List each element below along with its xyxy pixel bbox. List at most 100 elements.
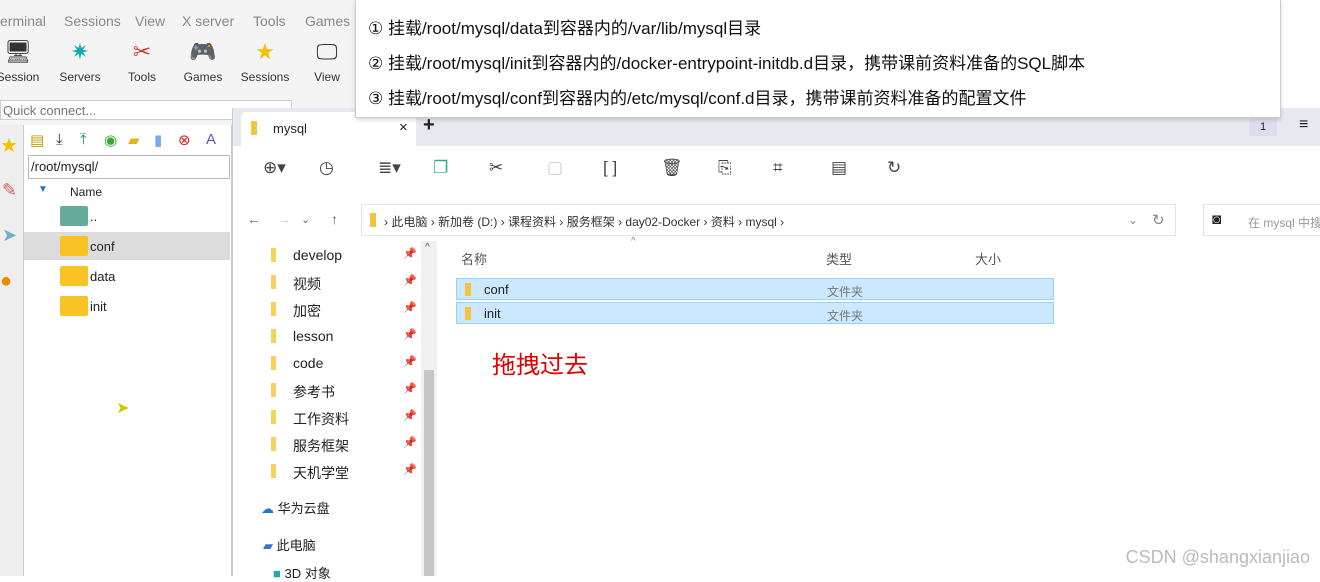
- globe-icon[interactable]: ●: [0, 270, 12, 293]
- tools-button[interactable]: ✂ Tools: [112, 38, 172, 84]
- recent-dropdown[interactable]: ⌄: [301, 213, 310, 226]
- folder-icon: [251, 121, 257, 135]
- view-menu-icon[interactable]: ≣▾: [378, 158, 401, 178]
- breadcrumb-item[interactable]: 此电脑: [391, 215, 427, 229]
- session-button[interactable]: 🖥 Session: [0, 38, 48, 84]
- pin-icon[interactable]: 📌: [403, 301, 417, 314]
- breadcrumb-item[interactable]: mysql: [745, 215, 776, 229]
- pin-icon[interactable]: 📌: [403, 382, 417, 395]
- send-icon[interactable]: ➤: [2, 225, 17, 246]
- scroll-up-icon[interactable]: ^: [425, 242, 430, 253]
- computer-icon: ▰: [263, 538, 273, 553]
- nav-item[interactable]: lesson 📌: [263, 324, 423, 350]
- nav-item[interactable]: 参考书 📌: [263, 378, 423, 404]
- pin-icon[interactable]: 📌: [403, 409, 417, 422]
- search-box[interactable]: ◙ 在 mysql 中搜: [1203, 204, 1320, 236]
- folder-icon: [271, 329, 276, 343]
- nav-item[interactable]: develop 📌: [263, 243, 423, 269]
- nav-item[interactable]: 加密 📌: [263, 297, 423, 323]
- pin-icon[interactable]: 📌: [403, 247, 417, 260]
- close-tab-button[interactable]: ×: [399, 119, 408, 136]
- nav-scrollbar-thumb[interactable]: [424, 370, 434, 576]
- refresh-icon[interactable]: ◉: [104, 131, 117, 149]
- games-button[interactable]: 🎮 Games: [173, 38, 233, 84]
- pin-icon[interactable]: 📌: [403, 463, 417, 476]
- drag-annotation: 拖拽过去: [492, 352, 588, 379]
- menu-icon[interactable]: ≡: [1299, 116, 1308, 134]
- breadcrumb-item[interactable]: 服务框架: [567, 215, 615, 229]
- nav-item[interactable]: 服务框架 📌: [263, 432, 423, 458]
- delete-icon[interactable]: 🗑: [661, 158, 683, 178]
- pin-icon[interactable]: 📌: [403, 274, 417, 287]
- breadcrumb-item[interactable]: 课程资料: [508, 215, 556, 229]
- paste-icon[interactable]: ▢: [547, 158, 563, 178]
- file-row[interactable]: conf: [24, 232, 230, 260]
- menu-terminal[interactable]: erminal: [0, 13, 46, 29]
- up-button[interactable]: ↑: [331, 211, 338, 227]
- cut-icon[interactable]: ✂: [489, 158, 503, 178]
- file-row[interactable]: data: [24, 262, 230, 290]
- menu-games[interactable]: Games: [305, 13, 350, 29]
- refresh-icon[interactable]: ↻: [1152, 211, 1165, 229]
- file-row[interactable]: ..: [24, 202, 230, 230]
- nav-item[interactable]: 视频 📌: [263, 270, 423, 296]
- nav-item[interactable]: 天机学堂 📌: [263, 459, 423, 485]
- sync-icon[interactable]: ↻: [887, 158, 901, 178]
- watermark: CSDN @shangxianjiao: [1125, 547, 1310, 567]
- menu-xserver[interactable]: X server: [182, 13, 234, 29]
- pin-icon[interactable]: 📌: [403, 355, 417, 368]
- delete-icon[interactable]: ⊗: [178, 131, 191, 149]
- download-icon[interactable]: ⤓: [56, 131, 63, 148]
- rename-icon[interactable]: A: [206, 131, 216, 148]
- file-row[interactable]: init: [24, 292, 230, 320]
- file-row[interactable]: init 文件夹: [456, 302, 1054, 324]
- breadcrumb-item[interactable]: day02-Docker: [625, 215, 700, 229]
- new-icon[interactable]: ⊕▾: [263, 158, 286, 178]
- view-button[interactable]: 🖵 View: [297, 38, 357, 84]
- new-file-icon[interactable]: ▮: [154, 131, 162, 149]
- upload-icon[interactable]: ⤒: [80, 131, 87, 148]
- tools-icon[interactable]: ✎: [2, 180, 17, 201]
- breadcrumb-item[interactable]: 资料: [711, 215, 735, 229]
- folder-icon: [271, 410, 276, 424]
- pin-icon[interactable]: 📌: [403, 328, 417, 341]
- properties-icon[interactable]: ▤: [831, 158, 847, 178]
- new-folder-icon[interactable]: ▰: [128, 131, 140, 149]
- column-header-size[interactable]: 大小: [975, 249, 1001, 268]
- servers-button[interactable]: ✷ Servers: [50, 38, 110, 84]
- pin-icon[interactable]: 📌: [403, 436, 417, 449]
- column-header-name[interactable]: 名称: [461, 249, 487, 268]
- star-icon[interactable]: ★: [0, 133, 18, 158]
- forward-button[interactable]: →: [277, 211, 291, 227]
- crop-icon[interactable]: ⌗: [773, 158, 783, 178]
- sftp-path-input[interactable]: /root/mysql/: [28, 155, 230, 179]
- nav-item[interactable]: 工作资料 📌: [263, 405, 423, 431]
- camera-icon: ◙: [1212, 211, 1222, 228]
- share-icon[interactable]: ⎘: [718, 158, 732, 178]
- nav-item-3d-objects[interactable]: ■ 3D 对象: [273, 563, 331, 582]
- menu-view[interactable]: View: [135, 13, 165, 29]
- cube-icon: ■: [273, 566, 281, 581]
- name-column-header[interactable]: Name: [70, 185, 102, 199]
- nav-item-this-pc[interactable]: ▰ 此电脑: [263, 535, 316, 554]
- rename-icon[interactable]: [ ]: [603, 158, 617, 178]
- cloud-icon: ☁: [261, 501, 274, 516]
- parent-dir-icon[interactable]: ▤: [30, 131, 44, 149]
- breadcrumb-item[interactable]: 新加卷 (D:): [438, 215, 497, 229]
- back-button[interactable]: ←: [247, 211, 261, 227]
- chevron-down-icon[interactable]: ⌄: [1128, 213, 1138, 227]
- instruction-line: ③ 挂载/root/mysql/conf到容器内的/etc/mysql/conf…: [368, 89, 1027, 108]
- sftp-panel: ▤ ⤓ ⤒ ◉ ▰ ▮ ⊗ A: [24, 125, 232, 576]
- sessions-button[interactable]: ★ Sessions: [235, 38, 295, 84]
- address-bar[interactable]: › 此电脑 › 新加卷 (D:) › 课程资料 › 服务框架 › day02-D…: [361, 204, 1176, 236]
- copy-icon[interactable]: ❐: [433, 158, 448, 178]
- nav-item-cloud[interactable]: ☁ 华为云盘: [261, 498, 330, 517]
- menu-sessions[interactable]: Sessions: [64, 13, 121, 29]
- file-row[interactable]: conf 文件夹: [456, 278, 1054, 300]
- nav-item[interactable]: code 📌: [263, 351, 423, 377]
- column-header-type[interactable]: 类型: [826, 249, 852, 268]
- menu-tools[interactable]: Tools: [253, 13, 286, 29]
- folder-icon: [271, 437, 276, 451]
- folder-icon: [271, 302, 276, 316]
- history-icon[interactable]: ◷: [319, 158, 334, 178]
